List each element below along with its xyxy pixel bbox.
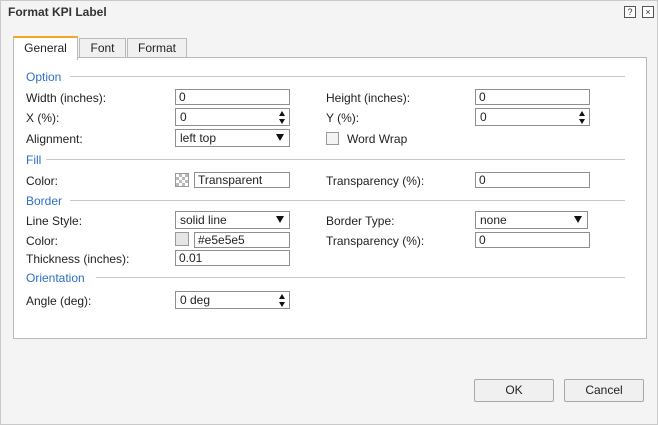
x-stepper[interactable]: 0 bbox=[175, 108, 290, 126]
fill-section-title: Fill bbox=[26, 153, 42, 167]
ok-button[interactable]: OK bbox=[474, 379, 554, 402]
height-label: Height (inches): bbox=[326, 91, 411, 105]
fill-color-input[interactable]: Transparent bbox=[194, 172, 290, 188]
option-section-title: Option bbox=[26, 70, 62, 84]
spinner-icon[interactable] bbox=[279, 111, 286, 124]
angle-label: Angle (deg): bbox=[26, 294, 92, 308]
format-kpi-label-dialog: Format KPI Label ? × General Font Format… bbox=[0, 0, 658, 425]
border-transparency-label: Transparency (%): bbox=[326, 234, 425, 248]
height-input[interactable]: 0 bbox=[475, 89, 590, 105]
border-type-value: none bbox=[480, 213, 507, 227]
fill-transparency-label: Transparency (%): bbox=[326, 174, 425, 188]
spinner-icon[interactable] bbox=[579, 111, 586, 124]
dialog-title: Format KPI Label bbox=[8, 5, 107, 19]
border-color-input[interactable]: #e5e5e5 bbox=[194, 232, 290, 248]
y-value: 0 bbox=[480, 110, 487, 124]
chevron-down-icon bbox=[276, 216, 284, 223]
cancel-button[interactable]: Cancel bbox=[564, 379, 644, 402]
y-label: Y (%): bbox=[326, 111, 360, 125]
chevron-down-icon bbox=[574, 216, 582, 223]
border-type-label: Border Type: bbox=[326, 214, 395, 228]
border-type-select[interactable]: none bbox=[475, 211, 588, 229]
word-wrap-label: Word Wrap bbox=[347, 132, 408, 146]
alignment-value: left top bbox=[180, 131, 217, 145]
tab-format[interactable]: Format bbox=[127, 38, 187, 58]
angle-value: 0 deg bbox=[180, 293, 211, 307]
border-section-title: Border bbox=[26, 194, 63, 208]
border-color-swatch[interactable] bbox=[175, 232, 189, 246]
angle-stepper[interactable]: 0 deg bbox=[175, 291, 290, 309]
line-style-label: Line Style: bbox=[26, 214, 83, 228]
line-style-select[interactable]: solid line bbox=[175, 211, 290, 229]
spinner-icon[interactable] bbox=[279, 294, 286, 307]
thickness-label: Thickness (inches): bbox=[26, 252, 130, 266]
width-input[interactable]: 0 bbox=[175, 89, 290, 105]
fill-transparency-input[interactable]: 0 bbox=[475, 172, 590, 188]
border-color-label: Color: bbox=[26, 234, 59, 248]
orientation-section-title: Orientation bbox=[26, 271, 85, 285]
tab-general[interactable]: General bbox=[13, 36, 78, 60]
width-label: Width (inches): bbox=[26, 91, 107, 105]
orientation-divider bbox=[96, 277, 625, 278]
fill-divider bbox=[46, 159, 625, 160]
option-divider bbox=[70, 76, 625, 77]
tab-font[interactable]: Font bbox=[79, 38, 126, 58]
title-bar[interactable]: Format KPI Label ? × bbox=[1, 1, 657, 23]
border-divider bbox=[70, 200, 625, 201]
border-transparency-input[interactable]: 0 bbox=[475, 232, 590, 248]
word-wrap-checkbox[interactable] bbox=[326, 132, 339, 145]
chevron-down-icon bbox=[276, 134, 284, 141]
thickness-input[interactable]: 0.01 bbox=[175, 250, 290, 266]
x-label: X (%): bbox=[26, 111, 60, 125]
y-stepper[interactable]: 0 bbox=[475, 108, 590, 126]
close-icon[interactable]: × bbox=[642, 6, 654, 18]
help-icon[interactable]: ? bbox=[624, 6, 636, 18]
fill-color-label: Color: bbox=[26, 174, 59, 188]
x-value: 0 bbox=[180, 110, 187, 124]
fill-color-swatch[interactable] bbox=[175, 173, 189, 187]
alignment-select[interactable]: left top bbox=[175, 129, 290, 147]
line-style-value: solid line bbox=[180, 213, 227, 227]
alignment-label: Alignment: bbox=[26, 132, 83, 146]
